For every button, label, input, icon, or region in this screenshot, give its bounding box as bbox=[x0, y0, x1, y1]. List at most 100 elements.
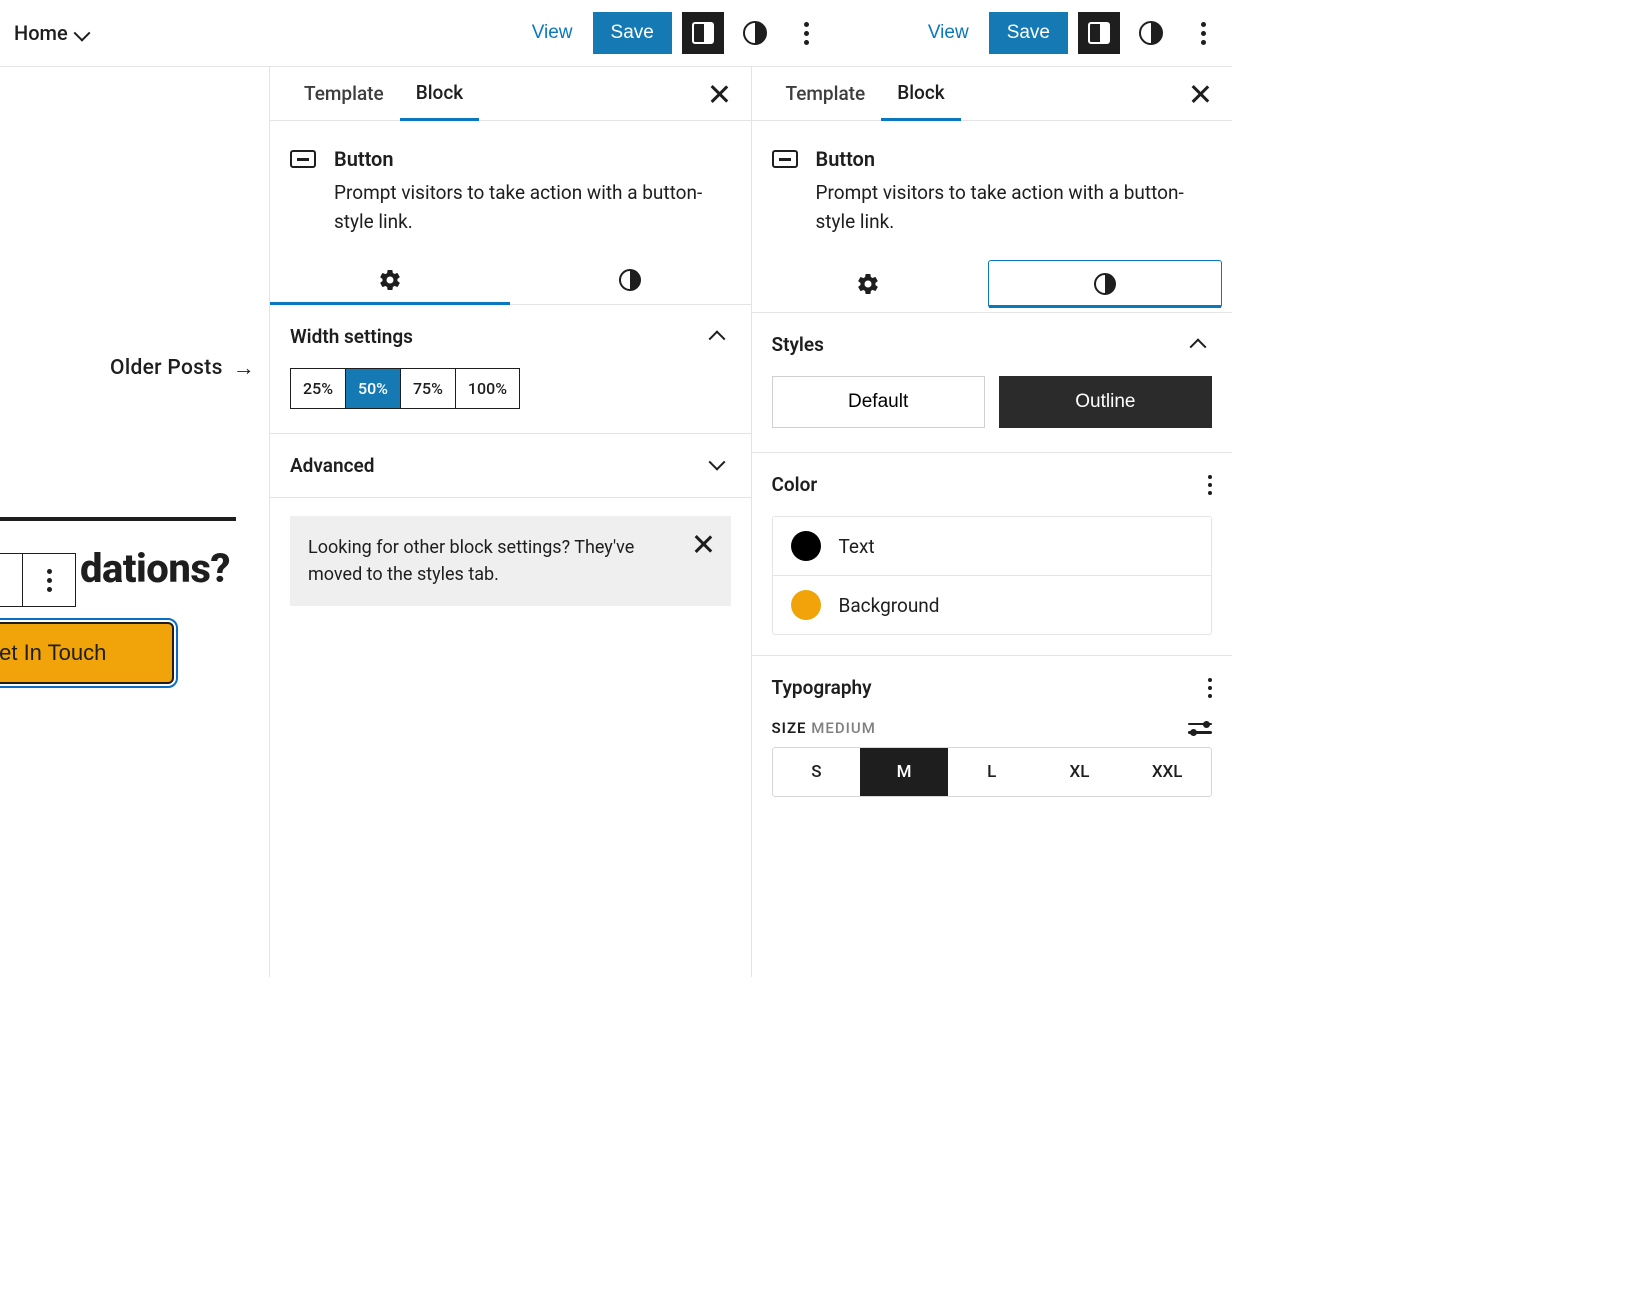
styles-subtab[interactable] bbox=[510, 256, 750, 304]
color-text-row[interactable]: Text bbox=[773, 517, 1212, 575]
tab-template[interactable]: Template bbox=[288, 68, 400, 119]
typography-more-icon[interactable] bbox=[1208, 678, 1212, 698]
tab-block[interactable]: Block bbox=[400, 67, 479, 121]
width-option-50[interactable]: 50% bbox=[346, 369, 401, 408]
settings-panel: Template Block Button Prompt visitors to… bbox=[270, 67, 752, 977]
styles-subtab[interactable] bbox=[988, 260, 1222, 308]
typography-title: Typography bbox=[772, 676, 872, 699]
size-xl[interactable]: XL bbox=[1036, 748, 1124, 796]
button-block-icon bbox=[772, 150, 798, 168]
block-title: Button bbox=[334, 147, 731, 171]
width-settings-title: Width settings bbox=[290, 325, 413, 348]
background-color-swatch bbox=[791, 590, 821, 620]
block-card: Button Prompt visitors to take action wi… bbox=[752, 121, 1233, 256]
chevron-down-icon bbox=[76, 23, 96, 43]
toolbar-more-button[interactable] bbox=[23, 554, 75, 606]
styles-toggle-button[interactable] bbox=[734, 12, 776, 54]
heading-fragment[interactable]: dations? bbox=[80, 545, 230, 592]
view-button[interactable]: View bbox=[522, 14, 583, 52]
notice-text: Looking for other block settings? They'v… bbox=[308, 537, 634, 585]
tab-template[interactable]: Template bbox=[770, 68, 882, 119]
chevron-up-icon bbox=[1192, 335, 1212, 355]
styles-header[interactable]: Styles bbox=[752, 313, 1233, 376]
advanced-header[interactable]: Advanced bbox=[270, 434, 751, 498]
styles-moved-notice: Looking for other block settings? They'v… bbox=[290, 516, 731, 606]
template-selector[interactable]: Home bbox=[8, 21, 102, 45]
contrast-icon bbox=[1139, 21, 1163, 45]
chevron-up-icon bbox=[711, 327, 731, 347]
color-background-row[interactable]: Background bbox=[773, 575, 1212, 634]
older-posts-link[interactable]: Older Posts bbox=[110, 355, 255, 381]
sidebar-icon bbox=[1088, 22, 1110, 44]
style-default-button[interactable]: Default bbox=[772, 376, 985, 428]
block-description: Prompt visitors to take action with a bu… bbox=[334, 179, 731, 236]
button-block-icon bbox=[290, 150, 316, 168]
editor-canvas[interactable]: Older Posts dations? Get In Touch bbox=[0, 67, 270, 977]
typography-header[interactable]: Typography bbox=[752, 656, 1233, 719]
top-toolbar: Home View Save View Save bbox=[0, 0, 1232, 67]
width-option-25[interactable]: 25% bbox=[291, 369, 346, 408]
save-button[interactable]: Save bbox=[989, 12, 1068, 54]
color-list: Text Background bbox=[772, 516, 1213, 635]
template-name: Home bbox=[14, 21, 68, 45]
size-row: SIZE MEDIUM bbox=[752, 719, 1233, 747]
block-toolbar bbox=[0, 553, 76, 607]
close-panel-button[interactable] bbox=[705, 80, 733, 108]
block-description: Prompt visitors to take action with a bu… bbox=[816, 179, 1213, 236]
styles-panel: Template Block Button Prompt visitors to… bbox=[752, 67, 1233, 977]
close-panel-button[interactable] bbox=[1186, 80, 1214, 108]
size-xxl[interactable]: XXL bbox=[1123, 748, 1211, 796]
toggle-sidebar-button[interactable] bbox=[1078, 12, 1120, 54]
color-more-icon[interactable] bbox=[1208, 475, 1212, 495]
save-button[interactable]: Save bbox=[593, 12, 672, 54]
older-posts-label: Older Posts bbox=[110, 356, 223, 380]
toolbar-cell[interactable] bbox=[0, 554, 23, 606]
separator-block[interactable] bbox=[0, 517, 236, 521]
styles-toggle-button[interactable] bbox=[1130, 12, 1172, 54]
view-button[interactable]: View bbox=[918, 14, 979, 52]
styles-title: Styles bbox=[772, 333, 824, 356]
tab-block[interactable]: Block bbox=[881, 67, 960, 121]
contrast-icon bbox=[1094, 273, 1116, 295]
cta-button-block[interactable]: Get In Touch bbox=[0, 622, 174, 684]
background-color-label: Background bbox=[839, 594, 940, 617]
toolbar-group-1: View Save bbox=[522, 12, 828, 54]
settings-subtab[interactable] bbox=[270, 256, 510, 304]
inspector-subtabs bbox=[270, 256, 751, 305]
more-menu-button[interactable] bbox=[1182, 12, 1224, 54]
gear-icon bbox=[378, 268, 402, 292]
sliders-icon[interactable] bbox=[1188, 723, 1212, 734]
size-s[interactable]: S bbox=[773, 748, 861, 796]
width-segmented: 25% 50% 75% 100% bbox=[270, 368, 751, 434]
arrow-right-icon bbox=[233, 355, 255, 381]
width-option-100[interactable]: 100% bbox=[456, 369, 519, 408]
inspector-subtabs bbox=[752, 256, 1233, 313]
text-color-swatch bbox=[791, 531, 821, 561]
toggle-sidebar-button[interactable] bbox=[682, 12, 724, 54]
toolbar-group-2: View Save bbox=[918, 12, 1224, 54]
text-color-label: Text bbox=[839, 535, 875, 558]
size-m[interactable]: M bbox=[860, 748, 948, 796]
color-title: Color bbox=[772, 473, 818, 496]
advanced-title: Advanced bbox=[290, 454, 374, 477]
dismiss-notice-button[interactable] bbox=[689, 530, 717, 558]
width-option-75[interactable]: 75% bbox=[401, 369, 456, 408]
size-segmented: S M L XL XXL bbox=[772, 747, 1213, 797]
more-menu-button[interactable] bbox=[786, 12, 828, 54]
width-settings-header[interactable]: Width settings bbox=[270, 305, 751, 368]
panel-tabs: Template Block bbox=[270, 67, 751, 121]
settings-subtab[interactable] bbox=[752, 256, 984, 312]
contrast-icon bbox=[619, 269, 641, 291]
chevron-down-icon bbox=[711, 456, 731, 476]
size-label: SIZE MEDIUM bbox=[772, 719, 876, 737]
gear-icon bbox=[856, 272, 880, 296]
panel-tabs: Template Block bbox=[752, 67, 1233, 121]
size-l[interactable]: L bbox=[948, 748, 1036, 796]
color-header[interactable]: Color bbox=[752, 453, 1233, 516]
contrast-icon bbox=[743, 21, 767, 45]
block-card: Button Prompt visitors to take action wi… bbox=[270, 121, 751, 256]
style-outline-button[interactable]: Outline bbox=[999, 376, 1212, 428]
block-title: Button bbox=[816, 147, 1213, 171]
sidebar-icon bbox=[692, 22, 714, 44]
style-variations: Default Outline bbox=[752, 376, 1233, 453]
